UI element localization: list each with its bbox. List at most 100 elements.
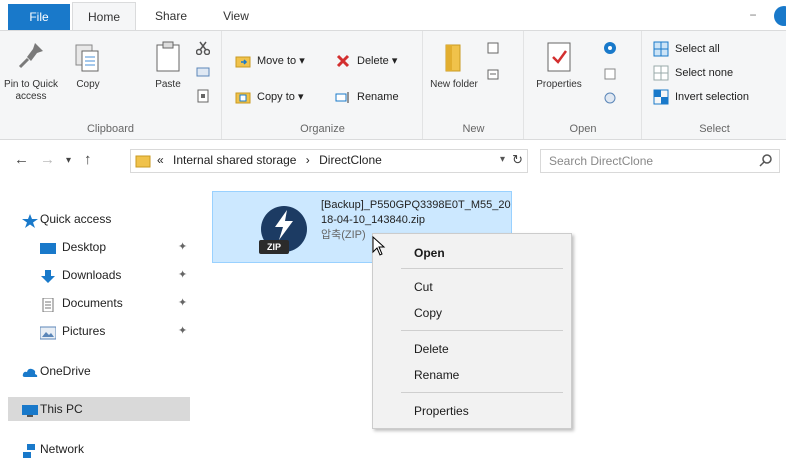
nav-item-pictures[interactable]: Pictures ✦ xyxy=(8,319,190,343)
tab-file[interactable]: File xyxy=(8,4,70,30)
nav-item-quick-access[interactable]: Quick access xyxy=(8,207,190,231)
navigation-pane: Quick access Desktop ✦ Downloads ✦ Docum… xyxy=(0,181,200,459)
delete-icon xyxy=(335,53,351,69)
breadcrumb-separator-icon[interactable]: › xyxy=(306,153,310,167)
nav-item-downloads[interactable]: Downloads ✦ xyxy=(8,263,190,287)
easy-access-icon[interactable] xyxy=(486,67,500,81)
nav-label-network: Network xyxy=(40,442,85,456)
pin-icon[interactable]: ✦ xyxy=(178,235,187,259)
tab-view[interactable]: View xyxy=(206,2,266,30)
move-to-button[interactable]: Move to ▾ xyxy=(235,51,305,71)
paste-shortcut-icon[interactable] xyxy=(196,89,210,103)
delete-label: Delete xyxy=(357,55,389,67)
context-menu-rename[interactable]: Rename xyxy=(374,364,570,386)
nav-item-desktop[interactable]: Desktop ✦ xyxy=(8,235,190,259)
context-menu-cut[interactable]: Cut xyxy=(374,276,570,298)
nav-label-downloads: Downloads xyxy=(62,268,122,282)
nav-item-documents[interactable]: Documents ✦ xyxy=(8,291,190,315)
copy-to-button[interactable]: Copy to ▾ xyxy=(235,87,304,107)
open-dropdown-icon[interactable] xyxy=(603,41,617,55)
address-dropdown-icon[interactable]: ▾ xyxy=(500,154,505,165)
context-menu: Open Cut Copy Delete Rename Properties xyxy=(372,233,572,429)
group-new: New folder New xyxy=(424,31,524,139)
context-menu-properties[interactable]: Properties xyxy=(374,400,570,422)
folder-icon xyxy=(135,153,151,169)
document-icon xyxy=(40,296,56,313)
properties-label: Properties xyxy=(536,79,582,90)
select-all-icon xyxy=(653,41,669,57)
rename-button[interactable]: Rename xyxy=(335,87,399,107)
history-icon[interactable] xyxy=(603,91,617,105)
nav-label-this-pc: This PC xyxy=(40,402,83,416)
copy-icon xyxy=(72,39,104,75)
edit-icon[interactable] xyxy=(603,67,617,81)
forward-icon[interactable]: → xyxy=(40,151,55,168)
invert-selection-button[interactable]: Invert selection xyxy=(653,87,749,107)
new-folder-icon xyxy=(438,39,470,75)
new-folder-button[interactable]: New folder xyxy=(428,39,480,91)
context-menu-delete[interactable]: Delete xyxy=(374,338,570,360)
paste-button[interactable]: Paste xyxy=(146,39,190,91)
move-to-icon xyxy=(235,53,251,69)
move-to-label: Move to xyxy=(257,55,297,67)
nav-item-network[interactable]: Network xyxy=(8,437,190,459)
recent-locations-icon[interactable]: ▾ xyxy=(66,155,71,166)
copy-to-label: Copy to xyxy=(257,91,295,103)
delete-button[interactable]: Delete ▾ xyxy=(335,51,397,71)
copy-path-icon[interactable] xyxy=(196,65,210,79)
pin-label: Pin to Quick access xyxy=(4,79,58,102)
nav-label-quick-access: Quick access xyxy=(40,212,112,226)
mouse-cursor-icon xyxy=(372,235,386,256)
paste-icon xyxy=(152,39,184,75)
pin-to-quick-access-button[interactable]: Pin to Quick access xyxy=(0,39,62,103)
paste-label: Paste xyxy=(155,79,181,90)
group-clipboard: Pin to Quick access Copy Paste Clipboard xyxy=(0,31,222,139)
select-none-button[interactable]: Select none xyxy=(653,63,733,83)
network-icon xyxy=(22,442,38,458)
context-menu-copy[interactable]: Copy xyxy=(374,302,570,324)
new-item-icon[interactable] xyxy=(486,41,500,55)
nav-label-onedrive: OneDrive xyxy=(40,364,91,378)
help-icon[interactable] xyxy=(774,6,786,26)
up-icon[interactable]: ↑ xyxy=(84,151,92,168)
cloud-icon xyxy=(22,364,38,378)
breadcrumb-directclone[interactable]: DirectClone xyxy=(319,153,382,167)
nav-item-onedrive[interactable]: OneDrive xyxy=(8,359,190,383)
select-none-icon xyxy=(653,65,669,81)
pin-icon[interactable]: ✦ xyxy=(178,319,187,343)
ribbon-tab-bar: File Home Share View − xyxy=(0,0,786,30)
copy-button[interactable]: Copy xyxy=(62,39,114,91)
navigation-bar: ← → ▾ ↑ « Internal shared storage › Dire… xyxy=(0,141,786,181)
breadcrumb-overflow-icon[interactable]: « xyxy=(157,153,164,167)
nav-label-pictures: Pictures xyxy=(62,324,106,338)
rename-label: Rename xyxy=(357,91,399,103)
context-menu-open[interactable]: Open xyxy=(374,242,570,264)
pin-icon[interactable]: ✦ xyxy=(178,291,187,315)
cut-icon[interactable] xyxy=(195,41,211,56)
tab-share[interactable]: Share xyxy=(140,2,202,30)
tab-home[interactable]: Home xyxy=(72,2,136,30)
invert-selection-icon xyxy=(653,89,669,105)
minimize-ribbon-icon[interactable]: − xyxy=(746,8,760,22)
pin-icon xyxy=(15,39,47,75)
select-all-button[interactable]: Select all xyxy=(653,39,720,59)
nav-item-this-pc[interactable]: This PC xyxy=(8,397,190,421)
refresh-icon[interactable]: ↻ xyxy=(512,152,523,168)
search-input[interactable]: Search DirectClone xyxy=(540,149,780,173)
new-folder-label: New folder xyxy=(430,79,478,90)
ribbon: Pin to Quick access Copy Paste Clipboard xyxy=(0,30,786,140)
star-icon xyxy=(22,212,38,228)
select-all-label: Select all xyxy=(675,43,720,55)
group-label-clipboard: Clipboard xyxy=(86,123,135,135)
select-none-label: Select none xyxy=(675,67,734,79)
properties-button[interactable]: Properties xyxy=(527,39,591,91)
pin-icon[interactable]: ✦ xyxy=(178,263,187,287)
group-label-select: Select xyxy=(699,123,730,135)
group-organize: Move to ▾ Copy to ▾ Delete ▾ Rename Orga… xyxy=(223,31,423,139)
back-icon[interactable]: ← xyxy=(14,151,29,168)
breadcrumb-internal-storage[interactable]: Internal shared storage xyxy=(173,153,296,167)
group-label-organize: Organize xyxy=(300,123,345,135)
address-bar[interactable]: « Internal shared storage › DirectClone … xyxy=(130,149,528,173)
group-label-open: Open xyxy=(569,123,597,135)
properties-icon xyxy=(543,39,575,75)
